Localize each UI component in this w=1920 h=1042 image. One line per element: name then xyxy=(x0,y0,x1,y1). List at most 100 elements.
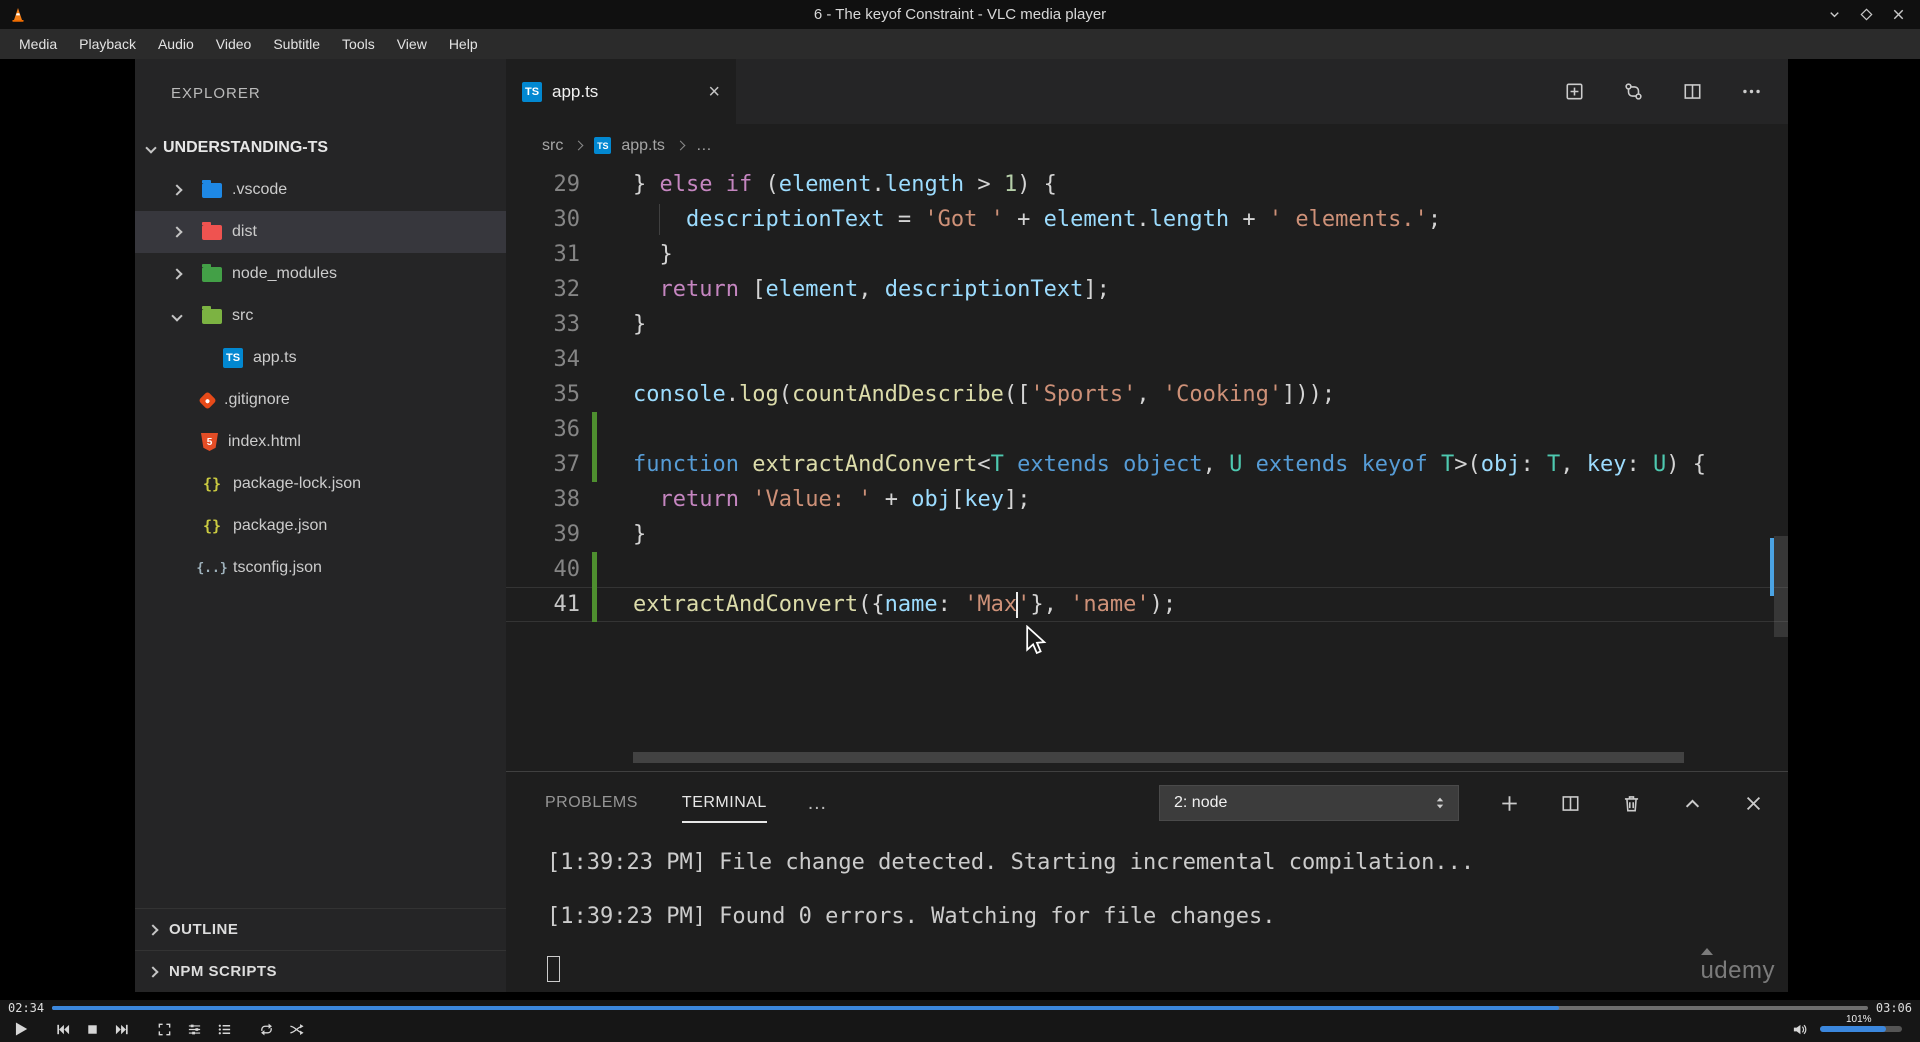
menu-item-view[interactable]: View xyxy=(386,32,438,56)
gutter-added-indicator xyxy=(580,412,633,447)
chevron-right-icon xyxy=(573,140,584,151)
code-line[interactable]: 40 xyxy=(506,552,1788,587)
panel-header: PROBLEMS TERMINAL … 2: node xyxy=(506,772,1788,834)
code-line[interactable]: 41 extractAndConvert({name: 'Max'}, 'name… xyxy=(506,587,1788,622)
overview-ruler-mark xyxy=(1770,538,1774,596)
code-lines: 29} else if (element.length > 1) {30 des… xyxy=(506,167,1788,622)
code-line[interactable]: 30 descriptionText = 'Got ' + element.le… xyxy=(506,202,1788,237)
close-panel-icon[interactable] xyxy=(1743,793,1764,814)
code-line[interactable]: 35 console.log(countAndDescribe(['Sports'… xyxy=(506,377,1788,412)
close-tab-icon[interactable]: × xyxy=(708,82,720,102)
code-line[interactable]: 39} xyxy=(506,517,1788,552)
code-line[interactable]: 38 return 'Value: ' + obj[key]; xyxy=(506,482,1788,517)
code-line[interactable]: 37 function extractAndConvert<T extends o… xyxy=(506,447,1788,482)
explorer-item-package-lock-json[interactable]: {} package-lock.json xyxy=(135,463,506,505)
code-line[interactable]: 34 xyxy=(506,342,1788,377)
code-line[interactable]: 36 xyxy=(506,412,1788,447)
explorer-root-folder[interactable]: UNDERSTANDING-TS xyxy=(135,127,506,169)
horizontal-scrollbar[interactable] xyxy=(633,752,1684,763)
git-compare-icon[interactable] xyxy=(1623,81,1644,102)
gutter xyxy=(580,237,633,272)
seek-slider[interactable] xyxy=(52,1006,1868,1010)
mute-button[interactable] xyxy=(1787,1017,1812,1041)
show-playlist-button[interactable] xyxy=(212,1017,237,1041)
line-number: 37 xyxy=(553,452,581,477)
breadcrumb-src[interactable]: src xyxy=(542,137,563,155)
gutter xyxy=(580,167,633,202)
breadcrumb-symbol[interactable]: … xyxy=(696,137,712,155)
loop-button[interactable] xyxy=(254,1017,279,1041)
file-label: node_modules xyxy=(232,265,337,282)
code-line[interactable]: 32 return [element, descriptionText]; xyxy=(506,272,1788,307)
split-editor-icon[interactable] xyxy=(1682,81,1703,102)
transport-controls: 101% xyxy=(0,1014,1920,1042)
tab-label: app.ts xyxy=(552,81,599,101)
vlc-controls-left xyxy=(8,1017,309,1041)
panel-tab-terminal[interactable]: TERMINAL xyxy=(682,783,767,823)
code-text: console.log(countAndDescribe(['Sports', … xyxy=(633,382,1336,407)
typescript-file-icon: TS xyxy=(522,81,542,102)
explorer-item-dist[interactable]: dist xyxy=(135,211,506,253)
menu-item-media[interactable]: Media xyxy=(8,32,68,56)
stop-button[interactable] xyxy=(80,1017,105,1041)
explorer-item--gitignore[interactable]: .gitignore xyxy=(135,379,506,421)
vertical-scrollbar[interactable] xyxy=(1774,536,1788,637)
code-editor[interactable]: 29} else if (element.length > 1) {30 des… xyxy=(506,167,1788,771)
code-line[interactable]: 31 } xyxy=(506,237,1788,272)
section-npm-scripts[interactable]: NPM SCRIPTS xyxy=(135,950,506,992)
close-button[interactable] xyxy=(1886,3,1910,27)
panel-toolbar: 2: node xyxy=(1159,785,1788,821)
explorer-item-node-modules[interactable]: node_modules xyxy=(135,253,506,295)
maximize-panel-icon[interactable] xyxy=(1682,793,1703,814)
menu-item-tools[interactable]: Tools xyxy=(331,32,386,56)
dropdown-arrows-icon xyxy=(1432,795,1448,811)
vlc-logo-icon xyxy=(10,7,26,23)
minimize-button[interactable] xyxy=(1822,3,1846,27)
fullscreen-button[interactable] xyxy=(152,1017,177,1041)
gutter xyxy=(580,202,633,237)
breadcrumb[interactable]: src TS app.ts … xyxy=(506,124,1788,167)
open-changes-icon[interactable] xyxy=(1564,81,1585,102)
kill-terminal-icon[interactable] xyxy=(1621,793,1642,814)
git-file-icon xyxy=(198,390,217,410)
more-actions-icon[interactable] xyxy=(1741,81,1762,102)
menu-item-playback[interactable]: Playback xyxy=(68,32,147,56)
breadcrumb-file[interactable]: app.ts xyxy=(621,137,665,155)
split-terminal-icon[interactable] xyxy=(1560,793,1581,814)
terminal-picker-dropdown[interactable]: 2: node xyxy=(1159,785,1459,821)
gutter xyxy=(580,307,633,342)
explorer-item--vscode[interactable]: .vscode xyxy=(135,169,506,211)
extended-settings-button[interactable] xyxy=(182,1017,207,1041)
ts-file-icon: TS xyxy=(223,348,243,368)
section-outline[interactable]: OUTLINE xyxy=(135,908,506,950)
menu-item-video[interactable]: Video xyxy=(205,32,263,56)
code-line[interactable]: 33} xyxy=(506,307,1788,342)
explorer-item-index-html[interactable]: 5 index.html xyxy=(135,421,506,463)
random-button[interactable] xyxy=(284,1017,309,1041)
gutter-added-indicator xyxy=(580,587,633,622)
code-line[interactable]: 29} else if (element.length > 1) { xyxy=(506,167,1788,202)
tab-app-ts[interactable]: TS app.ts × xyxy=(506,59,736,124)
panel-tab-problems[interactable]: PROBLEMS xyxy=(545,783,638,823)
explorer-tree: .vscode dist node_modulessrc TS app.ts .gitig… xyxy=(135,169,506,589)
volume-slider[interactable]: 101% xyxy=(1820,1014,1902,1032)
menu-item-subtitle[interactable]: Subtitle xyxy=(262,32,331,56)
explorer-item-app-ts[interactable]: TS app.ts xyxy=(135,337,506,379)
menu-item-help[interactable]: Help xyxy=(438,32,489,56)
next-button[interactable] xyxy=(110,1017,135,1041)
udemy-watermark: udemy xyxy=(1700,948,1775,985)
line-number: 36 xyxy=(553,417,581,442)
new-terminal-icon[interactable] xyxy=(1499,793,1520,814)
previous-button[interactable] xyxy=(50,1017,75,1041)
explorer-item-tsconfig-json[interactable]: {..} tsconfig.json xyxy=(135,547,506,589)
menu-item-audio[interactable]: Audio xyxy=(147,32,205,56)
terminal-body[interactable]: [1:39:23 PM] File change detected. Start… xyxy=(506,834,1788,982)
explorer-item-package-json[interactable]: {} package.json xyxy=(135,505,506,547)
play-button[interactable] xyxy=(8,1017,33,1041)
chevron-right-icon xyxy=(171,226,201,238)
explorer-item-src[interactable]: src xyxy=(135,295,506,337)
maximize-button[interactable] xyxy=(1854,3,1878,27)
udemy-watermark-text: udemy xyxy=(1700,957,1775,984)
video-area[interactable]: EXPLORER UNDERSTANDING-TS .vscode dist nod… xyxy=(0,59,1920,1000)
panel-overflow-icon[interactable]: … xyxy=(807,792,829,815)
